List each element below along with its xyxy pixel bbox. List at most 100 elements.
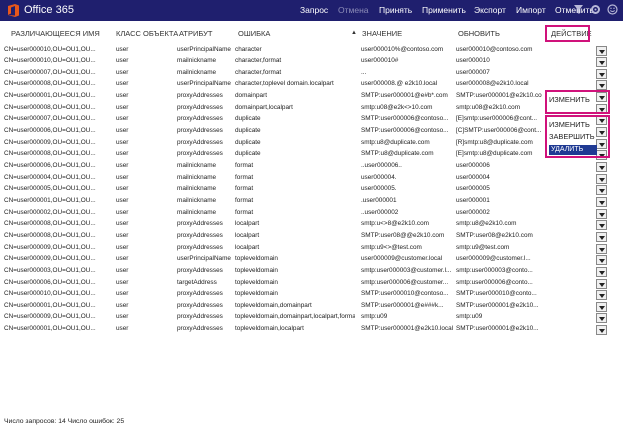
cell-value[interactable]: smtp:u9<>@test.com <box>361 244 455 251</box>
table-row[interactable]: CN=user000009,OU=OU1,OU... user proxyAddre… <box>0 138 623 150</box>
import-button[interactable]: Импорт <box>516 5 546 15</box>
cell-update[interactable]: [E]smtp:user000006@cont... <box>456 115 542 122</box>
table-row[interactable]: CN=user000001,OU=OU1,OU... user mailnickna… <box>0 196 623 208</box>
cell-update[interactable]: smtp:user000003@conto... <box>456 267 542 274</box>
action-dropdown-icon[interactable] <box>596 80 607 91</box>
action-dropdown-icon[interactable] <box>596 220 607 231</box>
cell-value[interactable]: smtp:user000006@customer... <box>361 279 455 286</box>
column-header-object-class[interactable]: КЛАСС ОБЪЕКТА <box>116 29 178 38</box>
cell-value[interactable]: smtp:user000003@customer.l... <box>361 267 455 274</box>
cell-value[interactable]: ... <box>361 69 455 76</box>
action-dropdown-icon[interactable] <box>596 196 607 207</box>
table-row[interactable]: CN=user000003,OU=OU1,OU... user proxyAddre… <box>0 266 623 278</box>
cell-update[interactable]: user000002 <box>456 209 542 216</box>
query-button[interactable]: Запрос <box>300 5 328 15</box>
cell-update[interactable]: smtp:user000006@conto... <box>456 279 542 286</box>
cell-update[interactable]: user000010@contoso.com <box>456 46 542 53</box>
cell-value[interactable]: smtp:u8@duplicate.com <box>361 139 455 146</box>
action-dropdown-icon[interactable] <box>596 325 607 336</box>
table-row[interactable]: CN=user000001,OU=OU1,OU... user proxyAddre… <box>0 91 623 103</box>
cell-value[interactable]: smtp:u08@e2k<>10.com <box>361 104 455 111</box>
apply-button[interactable]: Применить <box>422 5 466 15</box>
cell-value[interactable]: user000010%@contoso.com <box>361 46 455 53</box>
cell-value[interactable]: ..user000002 <box>361 209 455 216</box>
delete-action-selected[interactable]: УДАЛИТЬ <box>549 145 597 155</box>
cell-update[interactable]: user000009@customer.l... <box>456 255 542 262</box>
action-dropdown-icon[interactable] <box>596 185 607 196</box>
action-dropdown-icon[interactable] <box>596 255 607 266</box>
cell-update[interactable]: SMTP:user000001@e2k10... <box>456 302 542 309</box>
table-row[interactable]: CN=user000008,OU=OU1,OU... user proxyAddre… <box>0 219 623 231</box>
table-row[interactable]: CN=user000002,OU=OU1,OU... user mailnickna… <box>0 208 623 220</box>
cell-value[interactable]: SMTP:u8@duplicate.com <box>361 150 455 157</box>
column-header-error[interactable]: ОШИБКА <box>238 29 270 38</box>
cell-value[interactable]: SMTP:user000001@e#b*.com <box>361 92 455 99</box>
table-row[interactable]: CN=user000006,OU=OU1,OU... user mailnickna… <box>0 161 623 173</box>
cell-update[interactable]: [E]smtp:u8@duplicate.com <box>456 150 542 157</box>
table-row[interactable]: CN=user000001,OU=OU1,OU... user proxyAddre… <box>0 324 623 336</box>
table-row[interactable]: CN=user000010,OU=OU1,OU... user proxyAddre… <box>0 289 623 301</box>
cell-update[interactable]: SMTP:user000001@e2k10... <box>456 325 542 332</box>
cell-update[interactable]: user000010 <box>456 57 542 64</box>
cell-update[interactable]: smtp:u8@e2k10.com <box>456 220 542 227</box>
cell-value[interactable]: SMTP:user000001@e###k... <box>361 302 455 309</box>
cell-update[interactable]: SMTP:user000001@e2k10.com <box>456 92 542 99</box>
cell-value[interactable]: user000009@customer.local <box>361 255 455 262</box>
cancel-button[interactable]: Отмена <box>338 5 369 15</box>
action-dropdown-icon[interactable] <box>596 313 607 324</box>
edit-action-label[interactable]: ИЗМЕНИТЬ <box>549 120 590 129</box>
filter-icon[interactable] <box>573 4 584 15</box>
table-row[interactable]: CN=user000005,OU=OU1,OU... user mailnickna… <box>0 184 623 196</box>
action-dropdown-icon[interactable] <box>596 290 607 301</box>
action-dropdown-icon[interactable] <box>596 68 607 79</box>
cell-update[interactable]: [C]SMTP:user000006@cont... <box>456 127 542 134</box>
action-dropdown-icon[interactable] <box>596 162 607 172</box>
column-header-value[interactable]: ЗНАЧЕНИЕ <box>362 29 402 38</box>
cell-update[interactable]: user000008@e2k10.local <box>456 80 542 87</box>
export-button[interactable]: Экспорт <box>474 5 506 15</box>
cell-value[interactable]: user000004. <box>361 174 455 181</box>
action-dropdown-icon[interactable] <box>596 243 607 254</box>
table-row[interactable]: CN=user000009,OU=OU1,OU... user userPrinci… <box>0 254 623 266</box>
accept-button[interactable]: Принять <box>379 5 412 15</box>
table-row[interactable]: CN=user000008,OU=OU1,OU... user userPrinci… <box>0 79 623 91</box>
action-dropdown-icon[interactable] <box>596 57 607 68</box>
cell-update[interactable]: user000004 <box>456 174 542 181</box>
cell-value[interactable]: SMTP:user000006@contoso... <box>361 115 455 122</box>
cell-value[interactable]: smtp:u<>8@e2k10.com <box>361 220 455 227</box>
table-row[interactable]: CN=user000008,OU=OU1,OU... user proxyAddre… <box>0 149 623 161</box>
table-row[interactable]: CN=user000008,OU=OU1,OU... user proxyAddre… <box>0 103 623 115</box>
action-dropdown-icon[interactable] <box>596 278 607 289</box>
table-row[interactable]: CN=user000008,OU=OU1,OU... user proxyAddre… <box>0 231 623 243</box>
table-row[interactable]: CN=user000007,OU=OU1,OU... user proxyAddre… <box>0 114 623 126</box>
action-dropdown-icon[interactable] <box>596 301 607 312</box>
table-row[interactable]: CN=user000009,OU=OU1,OU... user proxyAddre… <box>0 243 623 255</box>
complete-action-label[interactable]: ЗАВЕРШИТЬ <box>549 132 595 141</box>
table-row[interactable]: CN=user000001,OU=OU1,OU... user proxyAddre… <box>0 301 623 313</box>
cell-update[interactable]: smtp:u09 <box>456 313 542 320</box>
gear-icon[interactable] <box>590 4 601 15</box>
column-header-distinguished-name[interactable]: РАЗЛИЧАЮЩЕЕСЯ ИМЯ <box>11 29 100 38</box>
cell-value[interactable]: smtp:u09 <box>361 313 455 320</box>
cell-value[interactable]: SMTP:user000001@e2k10.local <box>361 325 455 332</box>
cell-update[interactable]: user000005 <box>456 185 542 192</box>
cell-value[interactable]: user000010# <box>361 57 455 64</box>
table-row[interactable]: CN=user000009,OU=OU1,OU... user proxyAddre… <box>0 312 623 324</box>
cell-value[interactable]: SMTP:user08@@e2k10.com <box>361 232 455 239</box>
action-dropdown-icon[interactable] <box>596 208 607 219</box>
cell-value[interactable]: SMTP:user000006@contoso... <box>361 127 455 134</box>
column-header-update[interactable]: ОБНОВИТЬ <box>458 29 500 38</box>
cell-value[interactable]: user000008.@ e2k10.local <box>361 80 455 87</box>
cell-update[interactable]: SMTP:user08@e2k10.com <box>456 232 542 239</box>
cell-value[interactable]: ..user000006.. <box>361 162 455 169</box>
table-row[interactable]: CN=user000007,OU=OU1,OU... user mailnickna… <box>0 68 623 80</box>
cell-update[interactable]: smtp:u9@test.com <box>456 244 542 251</box>
cell-update[interactable]: SMTP:user000010@conto... <box>456 290 542 297</box>
table-row[interactable]: CN=user000006,OU=OU1,OU... user proxyAddre… <box>0 126 623 138</box>
action-dropdown-icon[interactable] <box>596 231 607 242</box>
cell-value[interactable]: .user000001 <box>361 197 455 204</box>
edit-action-label[interactable]: ИЗМЕНИТЬ <box>549 95 590 104</box>
cell-update[interactable]: [R]smtp:u8@duplicate.com <box>456 139 542 146</box>
action-dropdown-icon[interactable] <box>596 173 607 184</box>
cell-update[interactable]: user000007 <box>456 69 542 76</box>
